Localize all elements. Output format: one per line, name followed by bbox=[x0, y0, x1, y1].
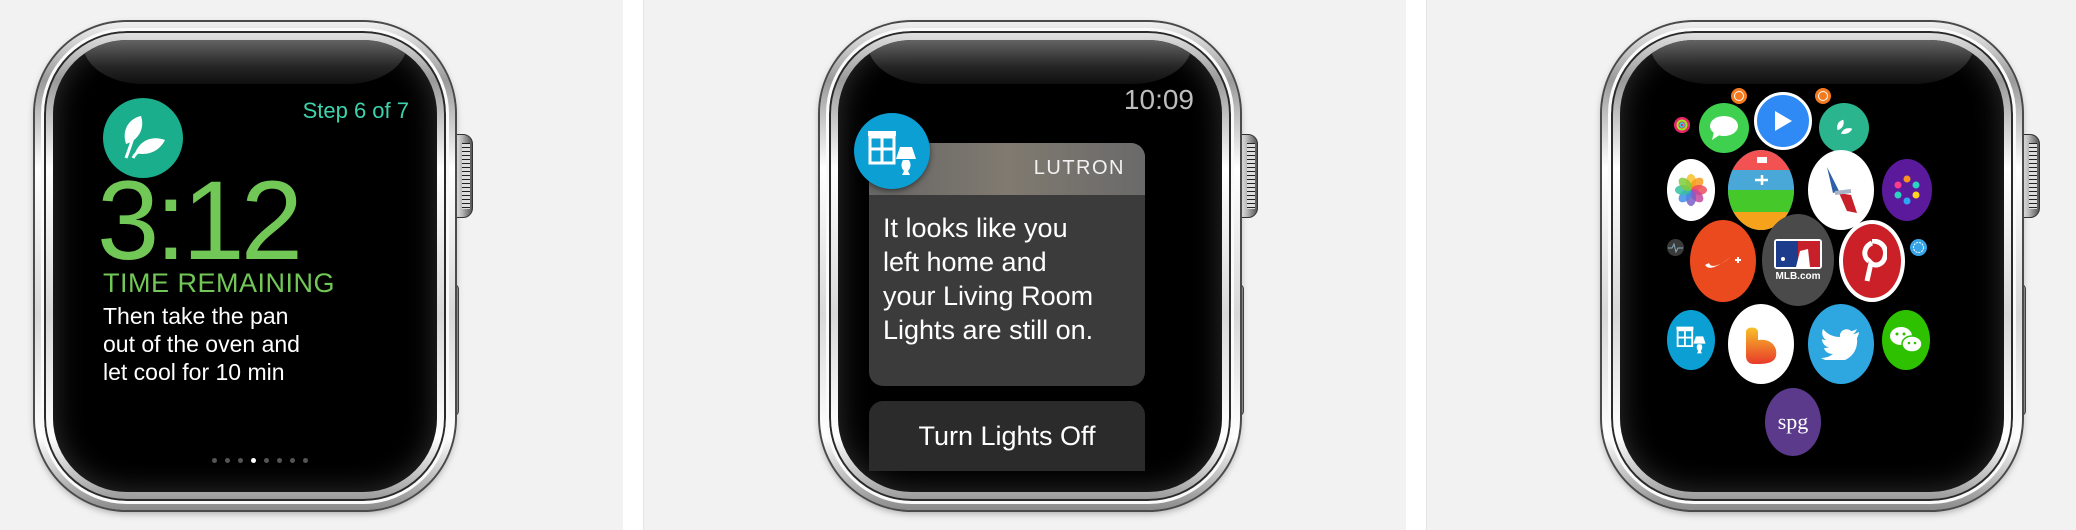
app-dots[interactable] bbox=[1882, 159, 1932, 221]
turn-lights-off-button[interactable]: Turn Lights Off bbox=[869, 401, 1145, 471]
d-shape-icon bbox=[1746, 327, 1777, 364]
instruction-line: Then take the pan bbox=[103, 303, 289, 329]
mlb-label: MLB.com bbox=[1775, 270, 1821, 282]
app-photos[interactable] bbox=[1667, 159, 1715, 221]
panel-app-grid: MLB.com spg bbox=[1427, 0, 2076, 530]
page-dot[interactable] bbox=[290, 458, 295, 463]
spg-logo-icon: spg bbox=[1777, 409, 1809, 434]
page-dot[interactable] bbox=[225, 458, 230, 463]
heartbeat-icon bbox=[1668, 242, 1683, 254]
app-heart-rate[interactable] bbox=[1667, 239, 1684, 256]
app-player[interactable] bbox=[1754, 92, 1812, 150]
app-wechat[interactable] bbox=[1882, 310, 1930, 370]
apple-watch: MLB.com spg bbox=[1602, 22, 2040, 510]
watch-screen: MLB.com spg bbox=[1620, 40, 2004, 492]
wechat-bubbles-icon bbox=[1890, 327, 1923, 353]
message-line: your Living Room bbox=[883, 281, 1094, 311]
page-dot[interactable] bbox=[238, 458, 243, 463]
step-indicator: Step 6 of 7 bbox=[302, 98, 409, 123]
panel-lutron-notification: 10:09 LUTRON It looks like you left home… bbox=[644, 0, 1406, 530]
app-timer[interactable] bbox=[1815, 88, 1831, 104]
divider bbox=[623, 0, 644, 530]
window-lamp-icon bbox=[854, 113, 930, 189]
app-messages[interactable] bbox=[1699, 103, 1749, 153]
app-stopwatch[interactable] bbox=[1731, 88, 1747, 104]
time-remaining-label: TIME REMAINING bbox=[103, 268, 336, 298]
page-dot[interactable] bbox=[303, 458, 308, 463]
page-indicator[interactable] bbox=[53, 458, 437, 463]
message-line: It looks like you bbox=[883, 213, 1068, 243]
aa-flight-icon bbox=[1827, 167, 1857, 213]
play-icon bbox=[1775, 111, 1792, 131]
app-mlb[interactable]: MLB.com bbox=[1762, 214, 1834, 306]
swoosh-icon bbox=[1705, 257, 1741, 268]
app-american-airlines[interactable] bbox=[1808, 150, 1874, 230]
activity-rings-icon bbox=[1674, 117, 1690, 133]
photos-flower-icon bbox=[1675, 174, 1707, 206]
app-spg[interactable]: spg bbox=[1765, 388, 1821, 456]
app-activity[interactable] bbox=[1674, 117, 1690, 133]
app-pinterest[interactable] bbox=[1839, 220, 1905, 302]
twitter-bird-icon bbox=[1821, 329, 1859, 360]
screen-glare bbox=[83, 40, 407, 84]
instruction-line: let cool for 10 min bbox=[103, 359, 285, 385]
instruction-line: out of the oven and bbox=[103, 331, 300, 357]
watch-screen: Step 6 of 7 3:12 TIME REMAINING Then tak… bbox=[53, 40, 437, 492]
notification-app-name: LUTRON bbox=[1033, 157, 1125, 179]
pinterest-p-icon bbox=[1862, 239, 1887, 282]
gear-icon bbox=[1913, 242, 1924, 253]
app-recipe[interactable] bbox=[1819, 103, 1869, 153]
page-dot-active[interactable] bbox=[251, 458, 256, 463]
timer-icon bbox=[1818, 91, 1828, 101]
colored-dots-icon bbox=[1894, 175, 1920, 205]
page-dot[interactable] bbox=[264, 458, 269, 463]
message-line: Lights are still on. bbox=[883, 315, 1094, 345]
apple-watch: 10:09 LUTRON It looks like you left home… bbox=[820, 22, 1258, 510]
app-lutron[interactable] bbox=[1667, 310, 1715, 370]
app-nike-plus[interactable] bbox=[1690, 220, 1756, 302]
watch-screen: 10:09 LUTRON It looks like you left home… bbox=[838, 40, 1222, 492]
step-instructions: Then take the pan out of the oven and le… bbox=[103, 302, 300, 386]
apple-watch: Step 6 of 7 3:12 TIME REMAINING Then tak… bbox=[35, 22, 473, 510]
screen-glare bbox=[1650, 40, 1974, 84]
leaves-icon bbox=[1837, 119, 1853, 134]
window-lamp-icon bbox=[1676, 326, 1706, 354]
mlb-logo-icon bbox=[1774, 238, 1822, 269]
divider bbox=[1406, 0, 1427, 530]
app-dreams[interactable] bbox=[1728, 304, 1794, 384]
clock: 10:09 bbox=[1123, 84, 1194, 115]
app-settings[interactable] bbox=[1910, 239, 1927, 256]
page-dot[interactable] bbox=[277, 458, 282, 463]
notification-message: It looks like you left home and your Liv… bbox=[883, 211, 1135, 347]
panel-recipe-timer: Step 6 of 7 3:12 TIME REMAINING Then tak… bbox=[0, 0, 623, 530]
speech-bubble-icon bbox=[1710, 116, 1738, 140]
screen-glare bbox=[868, 40, 1192, 84]
stopwatch-icon bbox=[1734, 91, 1744, 101]
message-line: left home and bbox=[883, 247, 1047, 277]
time-remaining-value: 3:12 bbox=[97, 158, 303, 283]
page-dot[interactable] bbox=[212, 458, 217, 463]
app-twitter[interactable] bbox=[1808, 304, 1874, 384]
